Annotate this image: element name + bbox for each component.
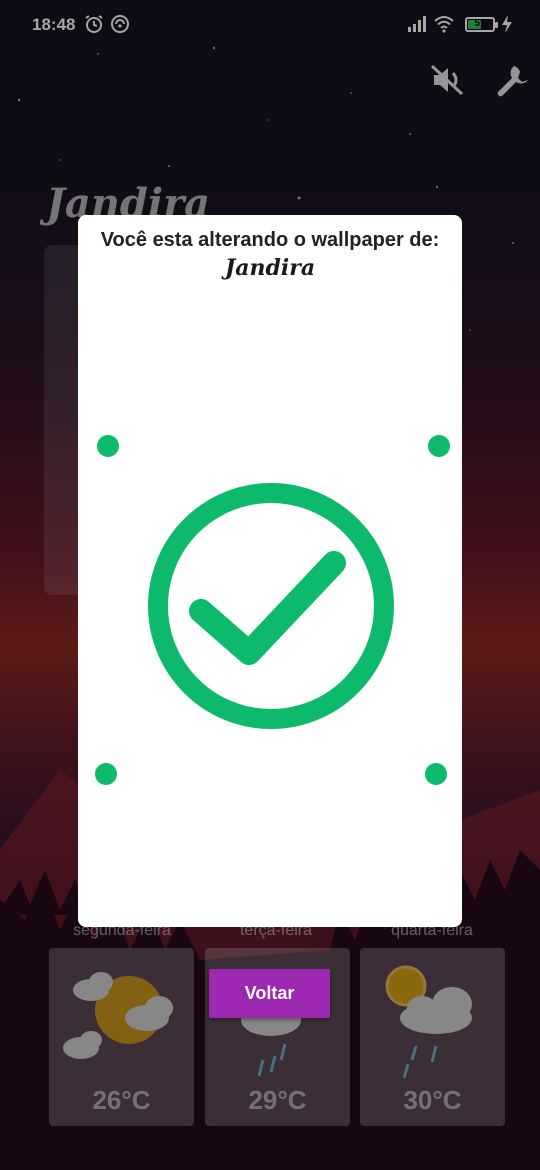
crop-handle-bottom-right[interactable] (425, 763, 447, 785)
crop-handle-bottom-left[interactable] (95, 763, 117, 785)
wallpaper-dialog: Você esta alterando o wallpaper de: Jand… (78, 215, 462, 927)
dialog-title: Você esta alterando o wallpaper de: (100, 229, 440, 251)
dialog-city-name: Jandira (224, 255, 316, 281)
crop-handle-top-right[interactable] (428, 435, 450, 457)
check-circle-icon (148, 483, 394, 729)
back-button[interactable]: Voltar (209, 969, 330, 1018)
crop-handle-top-left[interactable] (97, 435, 119, 457)
